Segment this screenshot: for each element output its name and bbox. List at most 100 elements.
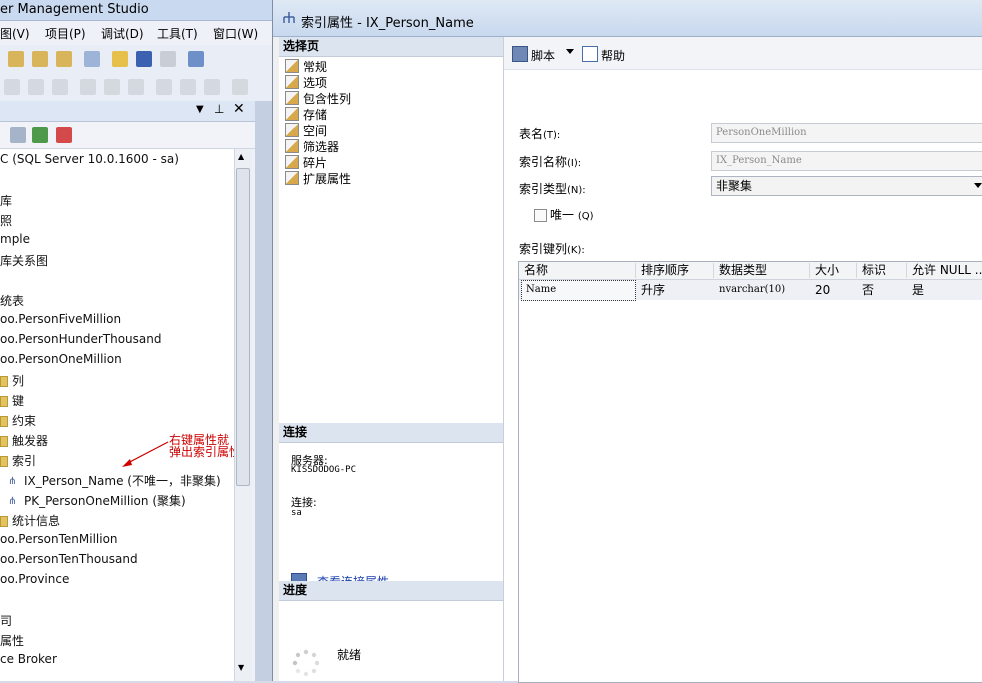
tree-service-broker[interactable]: ce Broker <box>0 652 57 666</box>
scroll-down-icon[interactable]: ▼ <box>238 663 244 672</box>
progress-status: 就绪 <box>337 648 362 662</box>
help-icon <box>582 46 598 62</box>
page-icon <box>285 75 299 89</box>
tree-folder-triggers[interactable]: 触发器 <box>0 432 48 449</box>
page-spatial[interactable]: 空间 <box>285 123 327 139</box>
page-options[interactable]: 选项 <box>285 75 327 91</box>
tree-snapshots[interactable]: 照 <box>0 212 12 229</box>
save-icon[interactable] <box>136 51 152 67</box>
ssms-title: er Management Studio <box>0 2 149 17</box>
open-folder-icon[interactable] <box>112 51 128 67</box>
col-header-name[interactable]: 名称 <box>519 263 636 278</box>
folder-icon <box>0 396 8 407</box>
tree-folder-statistics[interactable]: 统计信息 <box>0 512 60 529</box>
index-type-select[interactable]: 非聚集 <box>711 176 982 196</box>
query-icon[interactable] <box>32 51 48 67</box>
dropdown-icon[interactable]: ▼ <box>196 104 204 115</box>
col-header-data-type[interactable]: 数据类型 <box>714 263 810 278</box>
close-icon[interactable]: ✕ <box>233 101 245 117</box>
filter-icon[interactable] <box>10 127 26 143</box>
toolbar-icon[interactable] <box>4 79 20 95</box>
script-dropdown-icon[interactable] <box>566 49 574 54</box>
tree-index-pk[interactable]: ⋔ PK_PersonOneMillion (聚集) <box>0 492 186 509</box>
new-file-icon[interactable] <box>84 51 100 67</box>
menu-project[interactable]: 项目(P) <box>45 25 86 42</box>
page-filter[interactable]: 筛选器 <box>285 139 339 155</box>
cell-data-type[interactable]: nvarchar(10) <box>714 282 809 298</box>
tree-folder-columns[interactable]: 列 <box>0 372 24 389</box>
tree-synonyms[interactable]: 司 <box>0 612 12 629</box>
tree-db-diagrams[interactable]: 库关系图 <box>0 252 48 269</box>
pin-icon[interactable]: ⊥ <box>214 102 224 116</box>
cell-sort-order[interactable]: 升序 <box>636 282 713 298</box>
toolbar-icon[interactable] <box>128 79 144 95</box>
tree-table[interactable]: oo.PersonTenMillion <box>0 532 118 546</box>
refresh-icon[interactable] <box>32 127 48 143</box>
tree-folder-keys[interactable]: 键 <box>0 392 24 409</box>
tree-table[interactable]: oo.PersonTenThousand <box>0 552 138 566</box>
query-icon[interactable] <box>8 51 24 67</box>
tree-server[interactable]: C (SQL Server 10.0.1600 - sa) <box>0 152 179 166</box>
toolbar-icon[interactable] <box>232 79 248 95</box>
col-header-sort-order[interactable]: 排序顺序 <box>636 263 714 278</box>
toolbar-icon[interactable] <box>28 79 44 95</box>
cell-allow-null[interactable]: 是 <box>907 282 982 298</box>
tree-databases[interactable]: 库 <box>0 192 12 209</box>
page-extended-properties[interactable]: 扩展属性 <box>285 171 351 187</box>
tree-system-tables[interactable]: 统表 <box>0 292 24 309</box>
toolbar-icon[interactable] <box>180 79 196 95</box>
tree-properties[interactable]: 属性 <box>0 632 24 649</box>
toolbar-icon[interactable] <box>156 79 172 95</box>
toolbar-icon[interactable] <box>52 79 68 95</box>
tree-scrollbar-thumb[interactable] <box>236 168 250 486</box>
unique-checkbox[interactable] <box>534 209 547 222</box>
progress-spinner-icon <box>292 649 320 677</box>
grid-header: 名称 排序顺序 数据类型 大小 标识 允许 NULL ... <box>519 262 982 280</box>
page-storage[interactable]: 存储 <box>285 107 327 123</box>
page-included-columns[interactable]: 包含性列 <box>285 91 351 107</box>
menu-view[interactable]: 图(V) <box>0 25 30 42</box>
cell-name[interactable]: Name <box>521 282 636 298</box>
page-general[interactable]: 常规 <box>285 59 327 75</box>
col-header-size[interactable]: 大小 <box>810 263 857 278</box>
toolbar-icon[interactable] <box>104 79 120 95</box>
index-name-field: IX_Person_Name <box>711 151 982 171</box>
object-explorer-tree: C (SQL Server 10.0.1600 - sa) 库 照 mple 库… <box>0 149 234 681</box>
tree-folder-constraints[interactable]: 约束 <box>0 412 36 429</box>
page-icon <box>285 123 299 137</box>
menu-window[interactable]: 窗口(W) <box>213 25 258 42</box>
object-explorer-toolbar <box>0 122 255 149</box>
save-all-icon[interactable] <box>160 51 176 67</box>
cell-identity[interactable]: 否 <box>857 282 906 298</box>
tree-index-ix-person-name[interactable]: ⋔ IX_Person_Name (不唯一，非聚集) <box>0 472 221 489</box>
activity-monitor-icon[interactable] <box>188 51 204 67</box>
index-icon: ⋔ <box>8 495 17 507</box>
tree-folder-indexes[interactable]: 索引 <box>0 452 36 469</box>
toolbar-icon[interactable] <box>204 79 220 95</box>
index-key-columns-grid[interactable]: 名称 排序顺序 数据类型 大小 标识 允许 NULL ... Name 升序 n… <box>518 261 982 683</box>
cell-size[interactable]: 20 <box>810 282 856 298</box>
script-button[interactable]: 脚本 <box>512 46 555 64</box>
tree-table[interactable]: oo.Province <box>0 572 69 586</box>
ssms-title-bar: er Management Studio <box>0 0 275 21</box>
tree-table[interactable]: oo.PersonHunderThousand <box>0 332 162 346</box>
unique-label: 唯一 (Q) <box>550 208 594 222</box>
tree-table[interactable]: oo.PersonOneMillion <box>0 352 122 366</box>
table-row[interactable]: Name 升序 nvarchar(10) 20 否 是 <box>519 280 982 301</box>
tree-sample-db[interactable]: mple <box>0 232 30 246</box>
table-name-label: 表名(T): <box>519 127 561 141</box>
page-fragmentation[interactable]: 碎片 <box>285 155 327 171</box>
tree-table[interactable]: oo.PersonFiveMillion <box>0 312 121 326</box>
query-icon[interactable] <box>56 51 72 67</box>
stop-icon[interactable] <box>56 127 72 143</box>
index-icon: ⋔ <box>8 475 17 487</box>
help-button[interactable]: 帮助 <box>582 46 625 64</box>
dialog-title: 索引属性 - IX_Person_Name <box>301 16 474 31</box>
menu-tools[interactable]: 工具(T) <box>157 25 198 42</box>
scroll-up-icon[interactable]: ▲ <box>238 152 244 161</box>
col-header-identity[interactable]: 标识 <box>857 263 907 278</box>
col-header-allow-null[interactable]: 允许 NULL ... <box>907 263 982 278</box>
toolbar-icon[interactable] <box>80 79 96 95</box>
menu-debug[interactable]: 调试(D) <box>101 25 144 42</box>
folder-icon <box>0 456 8 467</box>
